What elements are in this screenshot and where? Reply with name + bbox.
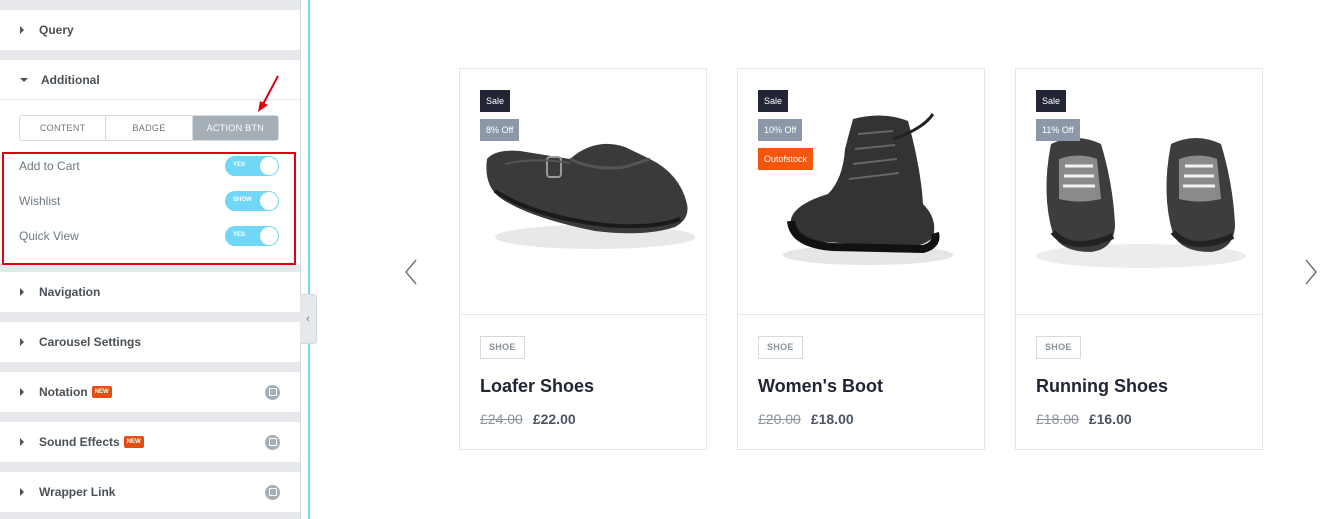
- caret-down-icon: [20, 77, 28, 82]
- old-price: £20.00: [758, 411, 801, 427]
- product-image[interactable]: Sale 8% Off: [460, 69, 706, 315]
- tab-group: CONTENT BADGE ACTION BTN: [19, 115, 279, 141]
- sidebar-divider: [300, 0, 310, 519]
- price-row: £18.00 £16.00: [1036, 411, 1132, 427]
- category-tag[interactable]: SHOE: [1036, 336, 1081, 359]
- section-label: Additional: [41, 72, 100, 87]
- category-tag[interactable]: SHOE: [480, 336, 525, 359]
- discount-badge: 10% Off: [758, 119, 803, 141]
- tab-action-btn[interactable]: ACTION BTN: [192, 116, 278, 140]
- new-badge: NEW: [123, 436, 144, 448]
- section-label: Query: [39, 23, 74, 37]
- section-wrapper-link[interactable]: Wrapper Link: [0, 472, 300, 512]
- running-shoes-image: [1036, 138, 1246, 268]
- caret-right-icon: [20, 438, 24, 446]
- price-row: £20.00 £18.00: [758, 411, 854, 427]
- section-notation[interactable]: Notation NEW: [0, 372, 300, 412]
- highlight-box: [2, 152, 296, 265]
- product-card[interactable]: Sale 10% Off Outofstock SHOE Women's Boo…: [737, 68, 985, 450]
- section-query[interactable]: Query: [0, 10, 300, 50]
- product-image[interactable]: Sale 10% Off Outofstock: [738, 69, 984, 315]
- new-badge: NEW: [91, 386, 112, 398]
- tab-badge[interactable]: BADGE: [106, 116, 193, 140]
- collapse-sidebar-button[interactable]: ‹: [300, 294, 317, 344]
- product-card[interactable]: Sale 11% Off SHOE Running Shoes £18.00 £…: [1015, 68, 1263, 450]
- new-price: £22.00: [532, 411, 576, 427]
- caret-right-icon: [20, 388, 24, 396]
- price-row: £24.00 £22.00: [480, 411, 576, 427]
- tab-content[interactable]: CONTENT: [20, 116, 107, 140]
- sale-badge: Sale: [480, 90, 511, 112]
- section-label: Sound Effects: [39, 435, 120, 449]
- sale-badge: Sale: [1036, 90, 1067, 112]
- section-carousel-settings[interactable]: Carousel Settings: [0, 322, 300, 362]
- pro-icon: [265, 484, 280, 500]
- product-title[interactable]: Loafer Shoes: [480, 376, 594, 397]
- chevron-left-icon: ‹: [306, 313, 310, 325]
- sale-badge: Sale: [758, 90, 789, 112]
- section-sound-effects[interactable]: Sound Effects NEW: [0, 422, 300, 462]
- old-price: £18.00: [1036, 411, 1079, 427]
- new-price: £16.00: [1088, 411, 1132, 427]
- caret-right-icon: [20, 26, 24, 34]
- caret-right-icon: [20, 288, 24, 296]
- product-image[interactable]: Sale 11% Off: [1016, 69, 1262, 315]
- new-price: £18.00: [810, 411, 854, 427]
- section-label: Notation: [39, 385, 88, 399]
- section-label: Wrapper Link: [39, 485, 116, 499]
- pro-icon: [265, 434, 280, 450]
- chevron-right-icon[interactable]: [1303, 258, 1319, 286]
- editor-sidebar: Query Additional CONTENT BADGE ACTION BT…: [0, 0, 300, 519]
- old-price: £24.00: [480, 411, 523, 427]
- product-title[interactable]: Women's Boot: [758, 376, 883, 397]
- caret-right-icon: [20, 338, 24, 346]
- category-tag[interactable]: SHOE: [758, 336, 803, 359]
- pro-icon: [265, 384, 280, 400]
- product-title[interactable]: Running Shoes: [1036, 376, 1168, 397]
- annotation-arrow-icon: [258, 75, 279, 112]
- section-navigation[interactable]: Navigation: [0, 272, 300, 312]
- discount-badge: 8% Off: [480, 119, 520, 141]
- section-label: Navigation: [39, 285, 101, 299]
- product-card[interactable]: Sale 8% Off SHOE Loafer Shoes £24.00 £22…: [459, 68, 707, 450]
- discount-badge: 11% Off: [1036, 119, 1080, 141]
- section-label: Carousel Settings: [39, 335, 142, 349]
- out-of-stock-badge: Outofstock: [758, 148, 814, 170]
- chevron-left-icon[interactable]: [403, 258, 419, 286]
- caret-right-icon: [20, 488, 24, 496]
